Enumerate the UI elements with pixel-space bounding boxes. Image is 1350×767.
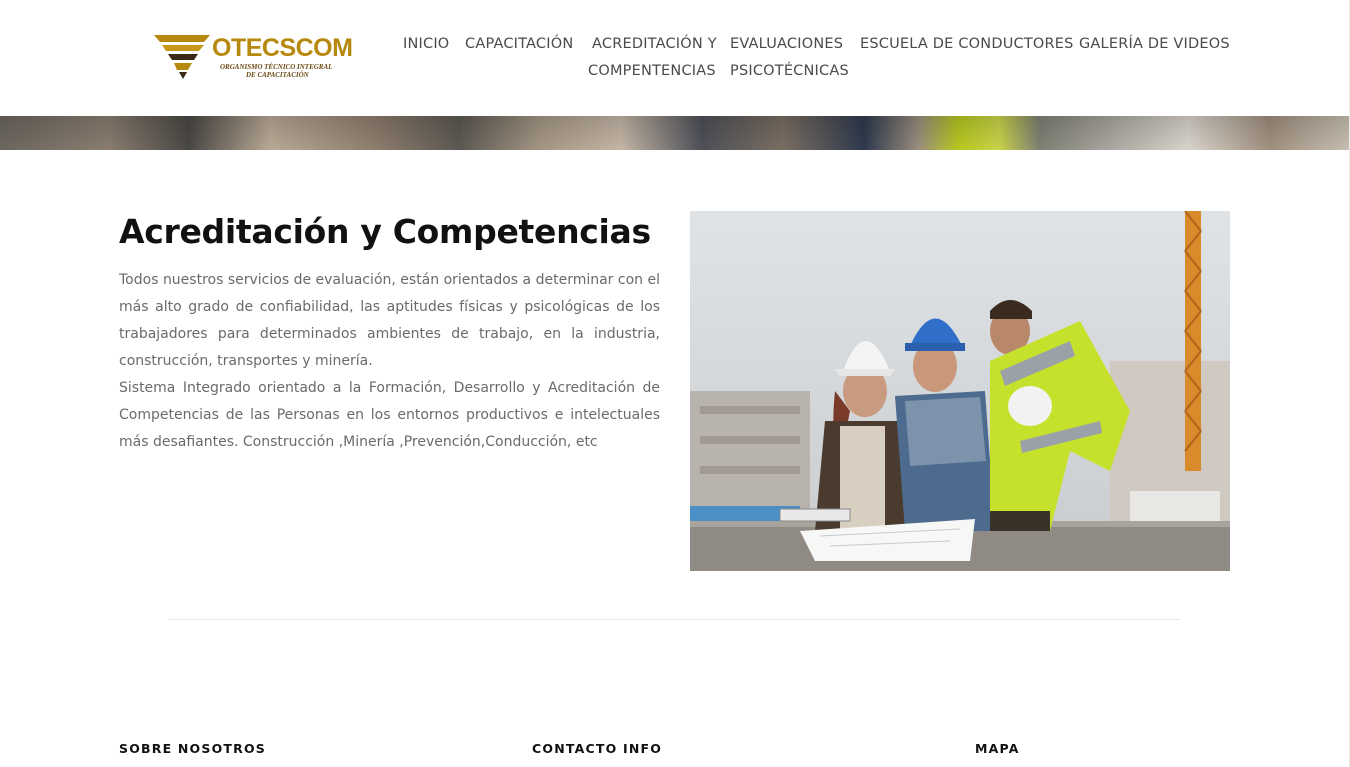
page-description: Todos nuestros servicios de evaluación, …	[119, 267, 660, 456]
footer-heading-about: SOBRE NOSOTROS	[119, 741, 266, 756]
nav-item-acreditacion[interactable]: ACREDITACIÓN Y	[592, 31, 717, 58]
nav-item-acreditacion[interactable]: COMPENTENCIAS	[588, 58, 716, 85]
nav-item-capacitacion[interactable]: CAPACITACIÓN	[465, 31, 573, 58]
description-paragraph: Sistema Integrado orientado a la Formaci…	[119, 380, 660, 450]
nav-item-escuela-conductores[interactable]: ESCUELA DE CONDUCTORES	[860, 31, 1074, 58]
description-paragraph: Todos nuestros servicios de evaluación, …	[119, 272, 660, 369]
section-divider	[169, 619, 1180, 620]
nav-item-evaluaciones[interactable]: PSICOTÉCNICAS	[730, 58, 849, 85]
footer-heading-map: MAPA	[975, 741, 1020, 756]
site-header: OTECSCOM ORGANISMO TÉCNICO INTEGRAL DE C…	[0, 0, 1350, 116]
hero-banner-image	[0, 116, 1350, 150]
nav-item-evaluaciones[interactable]: EVALUACIONES	[730, 31, 843, 58]
page-title: Acreditación y Competencias	[119, 212, 651, 251]
nav-item-inicio[interactable]: INICIO	[403, 31, 449, 58]
footer-heading-contact: CONTACTO INFO	[532, 741, 663, 756]
nav-item-galeria-videos[interactable]: GALERÍA DE VIDEOS	[1079, 31, 1230, 58]
main-nav: INICIO CAPACITACIÓN ACREDITACIÓN Y COMPE…	[0, 0, 1350, 116]
construction-workers-photo	[690, 211, 1230, 571]
